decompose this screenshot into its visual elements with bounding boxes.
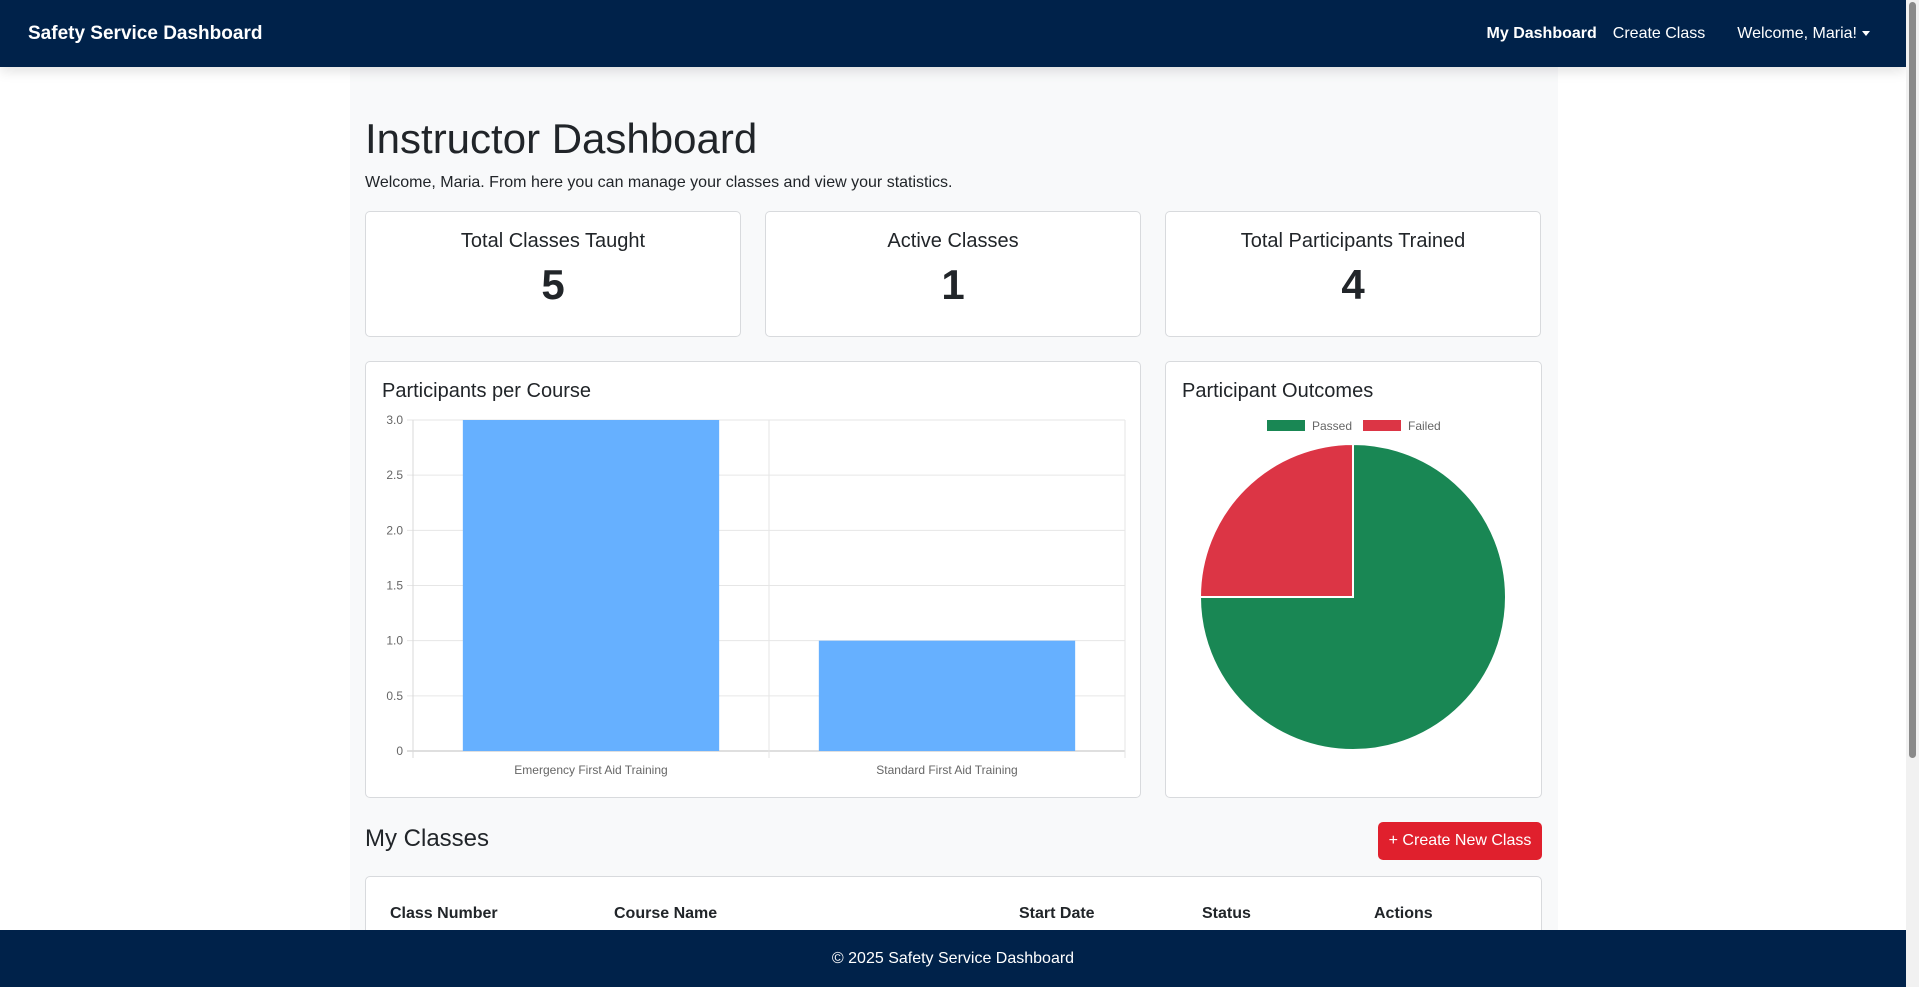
- chevron-down-icon: [1862, 31, 1870, 36]
- footer-copyright: © 2025 Safety Service Dashboard: [831, 949, 1075, 967]
- legend-swatch: [1267, 420, 1305, 431]
- page-scrollbar[interactable]: [1906, 0, 1919, 987]
- y-tick-label: 2.0: [386, 523, 403, 537]
- legend-swatch: [1363, 420, 1401, 431]
- stat-card-active-classes: Active Classes 1: [765, 211, 1141, 337]
- stat-label: Total Participants Trained: [1240, 230, 1466, 252]
- column-header-class-number[interactable]: Class Number: [390, 905, 498, 923]
- stat-value: 4: [1341, 261, 1365, 308]
- column-header-status[interactable]: Status: [1202, 905, 1251, 923]
- pie-chart-card: Participant Outcomes Passed Failed: [1165, 361, 1542, 798]
- stat-card-total-participants: Total Participants Trained 4: [1165, 211, 1541, 337]
- y-tick-label: 3.0: [386, 413, 403, 427]
- bar-chart: 0 0.5 1.0 1.5 2.0 2.5 3.0 Emergency First Aid T…: [386, 413, 1126, 777]
- stat-label: Total Classes Taught: [460, 230, 646, 252]
- bar: [818, 640, 1076, 751]
- pie-slice: [1198, 442, 1354, 598]
- column-header-actions[interactable]: Actions: [1374, 905, 1433, 923]
- page-title: Instructor Dashboard: [365, 115, 758, 162]
- stat-value: 5: [541, 261, 565, 308]
- scrollbar-thumb[interactable]: [1909, 2, 1916, 758]
- page-footer: © 2025 Safety Service Dashboard: [0, 930, 1906, 987]
- y-tick-label: 1.5: [386, 579, 403, 593]
- user-menu-label: Welcome, Maria!: [1737, 24, 1857, 42]
- main-container: Instructor Dashboard Welcome, Maria. Fro…: [350, 67, 1558, 987]
- page-subtitle: Welcome, Maria. From here you can manage…: [365, 174, 953, 191]
- nav-link-my-dashboard[interactable]: My Dashboard: [1487, 25, 1597, 43]
- legend-label: Failed: [1408, 419, 1441, 433]
- stat-label: Active Classes: [887, 230, 1019, 252]
- y-tick-label: 2.5: [386, 468, 403, 482]
- top-navbar: Safety Service Dashboard My Dashboard Cr…: [0, 0, 1906, 67]
- column-header-course-name[interactable]: Course Name: [614, 905, 717, 923]
- stat-card-total-classes: Total Classes Taught 5: [365, 211, 741, 337]
- brand-title[interactable]: Safety Service Dashboard: [28, 23, 262, 45]
- column-header-start-date[interactable]: Start Date: [1019, 905, 1095, 923]
- nav-links: My Dashboard Create Class Welcome, Maria…: [1471, 25, 1878, 43]
- user-menu-dropdown[interactable]: Welcome, Maria!: [1737, 25, 1870, 43]
- my-classes-heading: My Classes: [365, 825, 490, 852]
- bar-chart-card: Participants per Course 0 0.5 1.0 1.5 2.0 2.5…: [365, 361, 1141, 798]
- y-tick-label: 0: [396, 744, 403, 758]
- bar: [462, 420, 720, 751]
- y-tick-label: 1.0: [386, 634, 403, 648]
- legend-label: Passed: [1312, 419, 1352, 433]
- pie-chart: Passed Failed: [1198, 419, 1507, 751]
- nav-link-create-class[interactable]: Create Class: [1613, 25, 1705, 43]
- y-tick-label: 0.5: [386, 689, 403, 703]
- stat-value: 1: [941, 261, 965, 308]
- x-tick-label: Standard First Aid Training: [876, 763, 1017, 777]
- x-tick-label: Emergency First Aid Training: [514, 763, 667, 777]
- create-new-class-button[interactable]: + Create New Class: [1378, 822, 1542, 860]
